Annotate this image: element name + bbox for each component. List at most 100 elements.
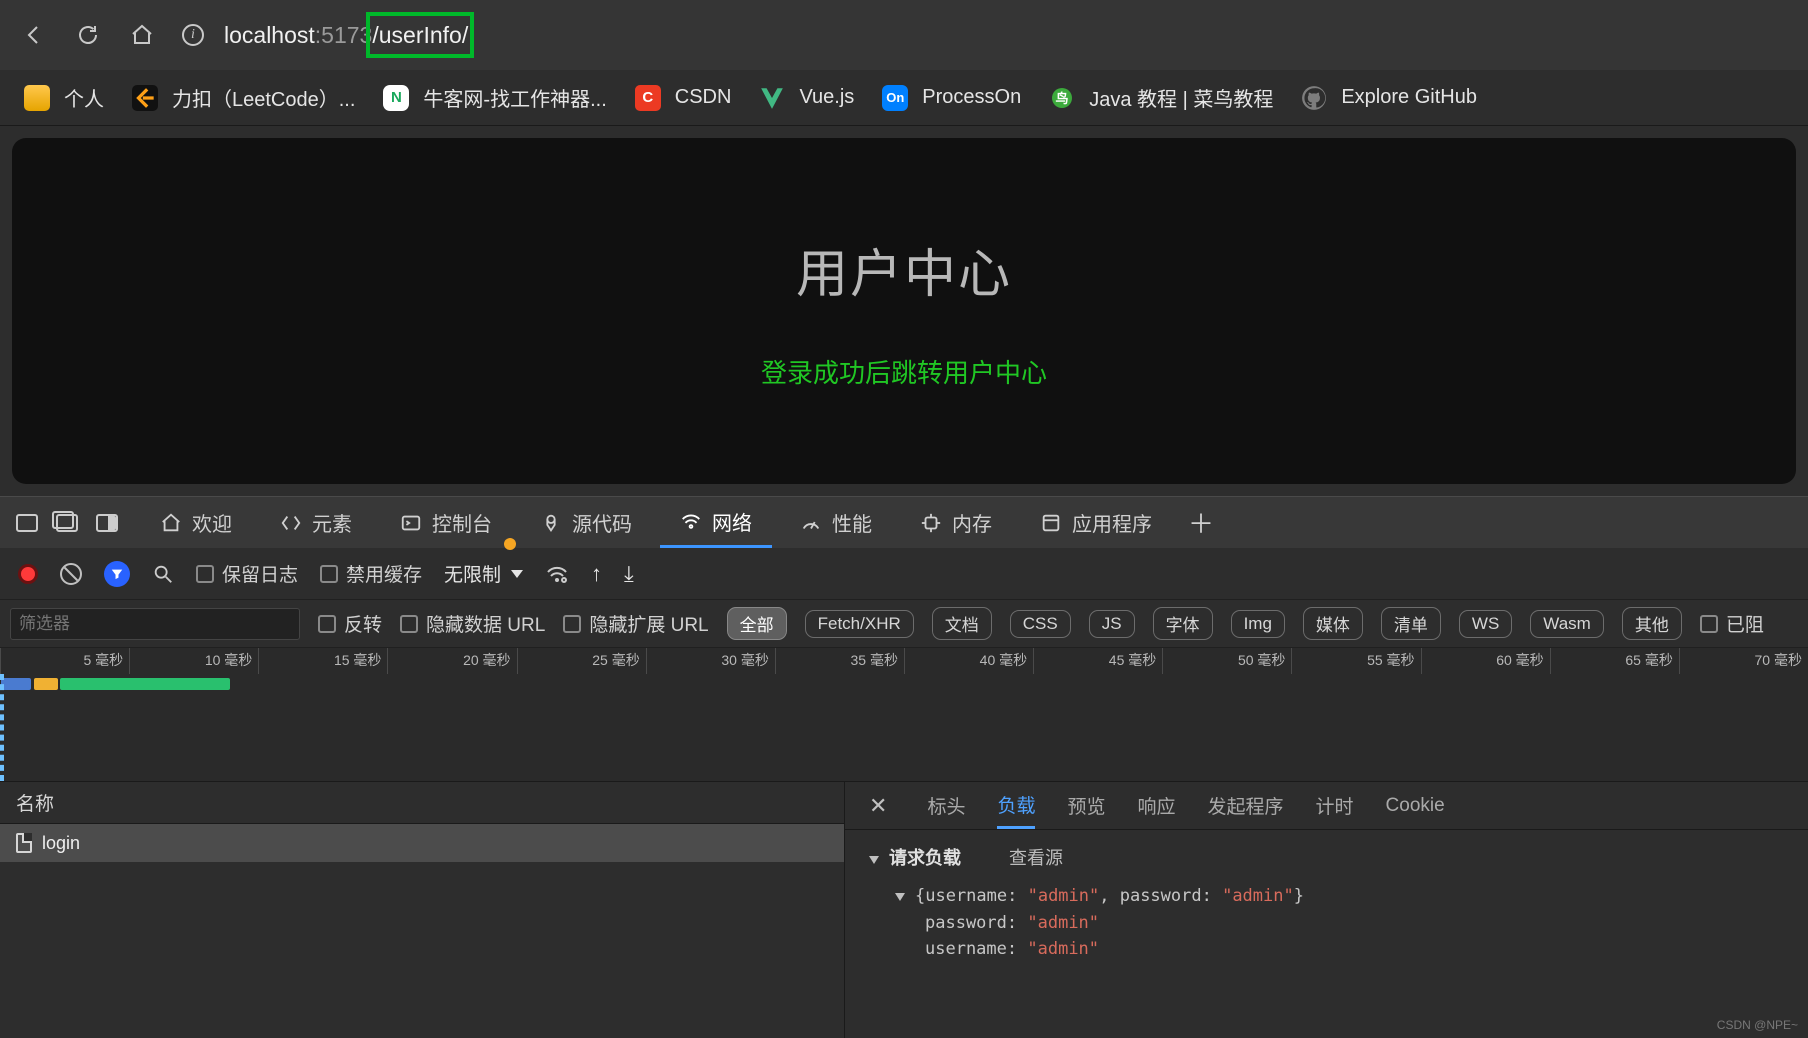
- bookmark-java[interactable]: 鸟 Java 教程 | 菜鸟教程: [1049, 83, 1273, 112]
- timeline-tick: 50 毫秒: [1162, 648, 1291, 674]
- detail-tab-timing[interactable]: 计时: [1316, 782, 1354, 829]
- timeline-tick: 5 毫秒: [0, 648, 129, 674]
- hide-dataurl-checkbox[interactable]: 隐藏数据 URL: [400, 610, 545, 637]
- devtools-tab-bar: 欢迎 元素 控制台 源代码 网络 性能 内存 应用程序 ＋: [0, 496, 1808, 548]
- detail-tab-payload[interactable]: 负载: [997, 782, 1035, 829]
- network-conditions-icon[interactable]: [545, 562, 569, 586]
- filter-ws[interactable]: WS: [1459, 610, 1512, 638]
- url-host: localhost: [224, 22, 315, 48]
- payload-summary[interactable]: {username: "admin", password: "admin"}: [869, 882, 1784, 910]
- bookmark-label: Explore GitHub: [1341, 86, 1477, 109]
- tab-sources[interactable]: 源代码: [520, 497, 652, 548]
- dock-side-icon[interactable]: [96, 514, 118, 532]
- download-har-button[interactable]: ⤓: [624, 561, 634, 587]
- page-subtitle: 登录成功后跳转用户中心: [761, 353, 1047, 390]
- csdn-icon: C: [635, 85, 661, 111]
- filter-js[interactable]: JS: [1089, 610, 1135, 638]
- upload-har-button[interactable]: ↑: [591, 561, 602, 587]
- payload-kv: password: "admin": [869, 910, 1784, 936]
- filter-wasm[interactable]: Wasm: [1530, 610, 1604, 638]
- timeline-tick: 25 毫秒: [517, 648, 646, 674]
- record-button[interactable]: [18, 564, 38, 584]
- detail-tab-preview[interactable]: 预览: [1067, 782, 1105, 829]
- timeline-selection-handle[interactable]: [0, 674, 4, 781]
- processon-icon: On: [882, 85, 908, 111]
- add-tab-button[interactable]: ＋: [1188, 504, 1214, 541]
- home-button[interactable]: [128, 21, 156, 49]
- filter-doc[interactable]: 文档: [932, 607, 992, 640]
- leetcode-icon: [132, 85, 158, 111]
- payload-kv: username: "admin": [869, 936, 1784, 962]
- payload-section-title[interactable]: 请求负载: [869, 844, 961, 870]
- disclosure-triangle-icon: [895, 893, 905, 901]
- detail-tab-initiator[interactable]: 发起程序: [1208, 782, 1284, 829]
- request-list-header: 名称: [0, 782, 844, 824]
- network-timeline[interactable]: 5 毫秒 10 毫秒 15 毫秒 20 毫秒 25 毫秒 30 毫秒 35 毫秒…: [0, 648, 1808, 782]
- tab-network[interactable]: 网络: [660, 497, 772, 548]
- throttle-dropdown[interactable]: 无限制: [444, 560, 523, 587]
- timeline-tick: 15 毫秒: [258, 648, 387, 674]
- bookmark-processon[interactable]: On ProcessOn: [882, 85, 1021, 111]
- request-payload-section: 请求负载 查看源 {username: "admin", password: "…: [845, 830, 1808, 976]
- timeline-tick: 70 毫秒: [1679, 648, 1808, 674]
- blocked-checkbox[interactable]: 已阻: [1700, 610, 1764, 637]
- filter-toggle-button[interactable]: [104, 561, 130, 587]
- bookmark-label: 力扣（LeetCode）...: [172, 83, 355, 112]
- url-text: localhost:5173/userInfo/: [224, 22, 468, 49]
- folder-icon: [24, 85, 50, 111]
- back-button[interactable]: [20, 21, 48, 49]
- url-path: /userInfo/: [372, 22, 468, 48]
- bookmark-nowcoder[interactable]: N 牛客网-找工作神器...: [383, 83, 606, 112]
- search-icon[interactable]: [152, 563, 174, 585]
- address-bar[interactable]: i localhost:5173/userInfo/: [182, 22, 1788, 49]
- filter-img[interactable]: Img: [1231, 610, 1285, 638]
- devtools-panel: 欢迎 元素 控制台 源代码 网络 性能 内存 应用程序 ＋ 保留日志 禁用缓存 …: [0, 496, 1808, 1038]
- tab-performance[interactable]: 性能: [780, 497, 892, 548]
- filter-input[interactable]: [10, 608, 300, 640]
- bookmark-leetcode[interactable]: 力扣（LeetCode）...: [132, 83, 355, 112]
- view-source-link[interactable]: 查看源: [1009, 844, 1063, 870]
- timeline-tick: 45 毫秒: [1033, 648, 1162, 674]
- bookmark-github[interactable]: Explore GitHub: [1301, 85, 1477, 111]
- device-icon[interactable]: [16, 514, 38, 532]
- bookmark-csdn[interactable]: C CSDN: [635, 85, 732, 111]
- page-title: 用户中心: [796, 232, 1012, 307]
- dock-window-icon[interactable]: [56, 514, 78, 532]
- tab-memory[interactable]: 内存: [900, 497, 1012, 548]
- timeline-tick: 10 毫秒: [129, 648, 258, 674]
- tab-application[interactable]: 应用程序: [1020, 497, 1172, 548]
- filter-fetchxhr[interactable]: Fetch/XHR: [805, 610, 914, 638]
- hide-exturl-checkbox[interactable]: 隐藏扩展 URL: [563, 610, 708, 637]
- filter-media[interactable]: 媒体: [1303, 607, 1363, 640]
- filter-css[interactable]: CSS: [1010, 610, 1071, 638]
- site-info-icon[interactable]: i: [182, 24, 204, 46]
- close-detail-button[interactable]: ✕: [869, 793, 887, 819]
- detail-tab-headers[interactable]: 标头: [927, 782, 965, 829]
- svg-text:鸟: 鸟: [1056, 91, 1069, 106]
- tab-console[interactable]: 控制台: [380, 497, 512, 548]
- reload-button[interactable]: [74, 21, 102, 49]
- network-toolbar: 保留日志 禁用缓存 无限制 ↑ ⤓: [0, 548, 1808, 600]
- bookmark-folder-personal[interactable]: 个人: [24, 83, 104, 112]
- timeline-tick: 20 毫秒: [387, 648, 516, 674]
- bookmark-label: 牛客网-找工作神器...: [423, 83, 606, 112]
- clear-button[interactable]: [60, 563, 82, 585]
- timeline-ruler: 5 毫秒 10 毫秒 15 毫秒 20 毫秒 25 毫秒 30 毫秒 35 毫秒…: [0, 648, 1808, 674]
- filter-font[interactable]: 字体: [1153, 607, 1213, 640]
- bookmark-vue[interactable]: Vue.js: [759, 85, 854, 111]
- page-viewport: 用户中心 登录成功后跳转用户中心: [12, 138, 1796, 484]
- invert-checkbox[interactable]: 反转: [318, 610, 382, 637]
- request-row[interactable]: login: [0, 824, 844, 862]
- preserve-log-checkbox[interactable]: 保留日志: [196, 560, 298, 587]
- filter-all[interactable]: 全部: [727, 607, 787, 640]
- tab-welcome[interactable]: 欢迎: [140, 497, 252, 548]
- filter-other[interactable]: 其他: [1622, 607, 1682, 640]
- browser-nav-bar: i localhost:5173/userInfo/: [0, 0, 1808, 70]
- tab-elements[interactable]: 元素: [260, 497, 372, 548]
- warning-badge: [504, 538, 516, 550]
- detail-tab-response[interactable]: 响应: [1137, 782, 1175, 829]
- filter-manifest[interactable]: 清单: [1381, 607, 1441, 640]
- detail-tab-cookies[interactable]: Cookie: [1386, 782, 1445, 829]
- detail-tab-bar: ✕ 标头 负载 预览 响应 发起程序 计时 Cookie: [845, 782, 1808, 830]
- disable-cache-checkbox[interactable]: 禁用缓存: [320, 560, 422, 587]
